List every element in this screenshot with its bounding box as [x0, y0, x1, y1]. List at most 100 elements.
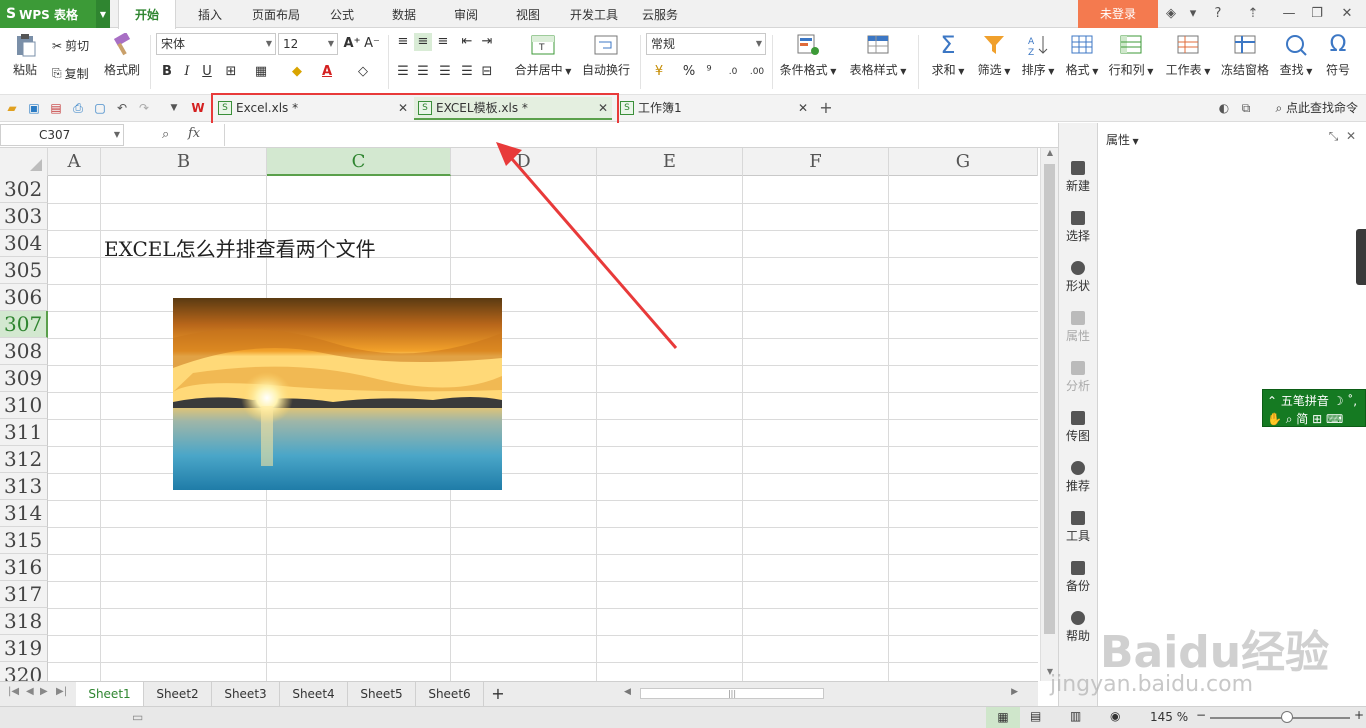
find-command-search[interactable]: ⌕ 点此查找命令: [1275, 95, 1358, 122]
align-center-icon[interactable]: ☰: [414, 63, 432, 81]
wrap-text-button[interactable]: 自动换行: [580, 33, 632, 78]
share-icon[interactable]: ⧉: [1238, 100, 1254, 116]
number-format-select[interactable]: 常规 ▼: [646, 33, 766, 55]
skin-icon[interactable]: ◈: [1162, 0, 1180, 28]
scroll-down-icon[interactable]: ▼: [1041, 667, 1059, 681]
task-select-button[interactable]: 选择: [1059, 211, 1097, 244]
merge-center-button[interactable]: T 合并居中 ▼: [510, 33, 576, 78]
sheet-tab-5[interactable]: Sheet5: [348, 682, 416, 706]
sheet-tab-1[interactable]: Sheet1: [76, 682, 144, 706]
customize-dropdown-icon[interactable]: ▼: [166, 100, 182, 116]
add-sheet-button[interactable]: +: [484, 682, 512, 706]
thousands-button[interactable]: ⁹: [700, 63, 718, 81]
zoom-level[interactable]: 145 %: [1150, 710, 1188, 724]
wps-w-icon[interactable]: W: [190, 100, 206, 116]
align-right-icon[interactable]: ☰: [436, 63, 454, 81]
sheet-tab-4[interactable]: Sheet4: [280, 682, 348, 706]
sheet-tab-2[interactable]: Sheet2: [144, 682, 212, 706]
spreadsheet-grid[interactable]: A B C D E F G 302 303 304 305 306 307 30…: [0, 148, 1038, 681]
tab-home[interactable]: 开始: [118, 0, 176, 29]
close-icon[interactable]: ✕: [1334, 0, 1360, 28]
sheet-tab-6[interactable]: Sheet6: [416, 682, 484, 706]
worksheet-button[interactable]: 工作表 ▼: [1162, 33, 1214, 78]
conditional-format-button[interactable]: 条件格式 ▼: [778, 33, 838, 78]
row-header[interactable]: 314: [0, 500, 48, 527]
decrease-indent-icon[interactable]: ⇤: [458, 33, 476, 51]
vertical-scrollbar[interactable]: ▲ ▼: [1040, 148, 1058, 681]
row-header[interactable]: 310: [0, 392, 48, 419]
print-preview-icon[interactable]: ▢: [92, 100, 108, 116]
fill-pattern-icon[interactable]: ▦: [252, 63, 270, 81]
close-tab-icon[interactable]: ✕: [798, 97, 808, 120]
restore-icon[interactable]: ❐: [1304, 0, 1330, 28]
percent-button[interactable]: %: [680, 63, 698, 81]
page-break-view-icon[interactable]: ▤: [1030, 709, 1041, 723]
tab-insert[interactable]: 插入: [186, 0, 234, 28]
tab-formulas[interactable]: 公式: [318, 0, 366, 28]
align-middle-icon[interactable]: ≡: [414, 33, 432, 51]
sum-button[interactable]: Σ 求和 ▼: [928, 33, 968, 78]
app-menu-dropdown-icon[interactable]: ▼: [96, 0, 110, 28]
row-header[interactable]: 317: [0, 581, 48, 608]
normal-view-icon[interactable]: ▦: [986, 707, 1020, 728]
zoom-slider-handle[interactable]: [1281, 711, 1293, 723]
prev-sheet-icon[interactable]: ◀: [26, 686, 34, 697]
shrink-font-icon[interactable]: A⁻: [363, 35, 381, 53]
export-pdf-icon[interactable]: ▤: [48, 100, 64, 116]
save-icon[interactable]: ▣: [26, 100, 42, 116]
horizontal-scrollbar[interactable]: ◀ ||| ▶: [612, 686, 1032, 702]
eye-protect-icon[interactable]: ◉: [1110, 709, 1120, 723]
align-top-icon[interactable]: ≡: [394, 33, 412, 51]
task-properties-button[interactable]: 属性: [1059, 311, 1097, 344]
print-icon[interactable]: ⎙: [70, 100, 86, 116]
border-icon[interactable]: ⊞: [222, 63, 240, 81]
row-header[interactable]: 305: [0, 257, 48, 284]
new-tab-icon[interactable]: +: [818, 100, 834, 116]
font-name-select[interactable]: 宋体 ▼: [156, 33, 276, 55]
row-header[interactable]: 315: [0, 527, 48, 554]
underline-button[interactable]: U: [198, 63, 216, 81]
font-color-icon[interactable]: A: [318, 63, 336, 81]
increase-indent-icon[interactable]: ⇥: [478, 33, 496, 51]
macro-status-icon[interactable]: ▭: [132, 710, 143, 724]
open-folder-icon[interactable]: ▰: [4, 100, 20, 116]
sort-button[interactable]: AZ 排序 ▼: [1018, 33, 1058, 78]
properties-pane-title[interactable]: 属性 ▼: [1106, 131, 1139, 148]
zoom-in-icon[interactable]: +: [1354, 708, 1364, 722]
symbol-button[interactable]: Ω 符号: [1320, 33, 1356, 78]
row-header[interactable]: 320: [0, 662, 48, 681]
zoom-slider[interactable]: [1210, 717, 1350, 719]
scroll-up-icon[interactable]: ▲: [1041, 148, 1059, 162]
login-button[interactable]: 未登录: [1078, 0, 1158, 28]
format-button[interactable]: 格式 ▼: [1062, 33, 1102, 78]
task-help-button[interactable]: 帮助: [1059, 611, 1097, 644]
sunset-picture[interactable]: [173, 298, 502, 490]
column-header-a[interactable]: A: [48, 148, 101, 176]
column-header-b[interactable]: B: [101, 148, 267, 176]
name-box[interactable]: C307 ▼: [0, 124, 124, 146]
tab-page-layout[interactable]: 页面布局: [244, 0, 308, 28]
collapse-pane-icon[interactable]: ⤡: [1329, 129, 1339, 143]
insert-function-button[interactable]: fx: [188, 126, 200, 141]
first-sheet-icon[interactable]: |◀: [8, 686, 19, 697]
bold-button[interactable]: B: [158, 63, 176, 81]
row-header[interactable]: 302: [0, 176, 48, 203]
zoom-out-icon[interactable]: −: [1196, 708, 1206, 722]
shirt-icon[interactable]: ▾: [1182, 0, 1204, 28]
align-left-icon[interactable]: ☰: [394, 63, 412, 81]
justify-icon[interactable]: ☰: [458, 63, 476, 81]
app-menu-button[interactable]: S WPS 表格 ▼: [0, 0, 110, 28]
vertical-scroll-thumb[interactable]: [1044, 164, 1055, 634]
row-header[interactable]: 306: [0, 284, 48, 311]
table-style-button[interactable]: 表格样式 ▼: [846, 33, 910, 78]
cell-b304-text[interactable]: EXCEL怎么并排查看两个文件: [104, 233, 376, 262]
close-pane-icon[interactable]: ✕: [1346, 129, 1356, 143]
ime-toolbar[interactable]: ⌃ 五笔拼音 ☽ ˚, ✋ ⌕ 简 ⊞ ⌨: [1262, 389, 1366, 427]
help-icon[interactable]: ?: [1208, 0, 1228, 28]
increase-decimal-icon[interactable]: .0: [724, 63, 742, 81]
last-sheet-icon[interactable]: ▶|: [56, 686, 67, 697]
column-header-g[interactable]: G: [889, 148, 1038, 176]
row-header[interactable]: 308: [0, 338, 48, 365]
copy-button[interactable]: ⎘ 复制: [52, 65, 89, 82]
scroll-left-icon[interactable]: ◀: [624, 687, 631, 697]
